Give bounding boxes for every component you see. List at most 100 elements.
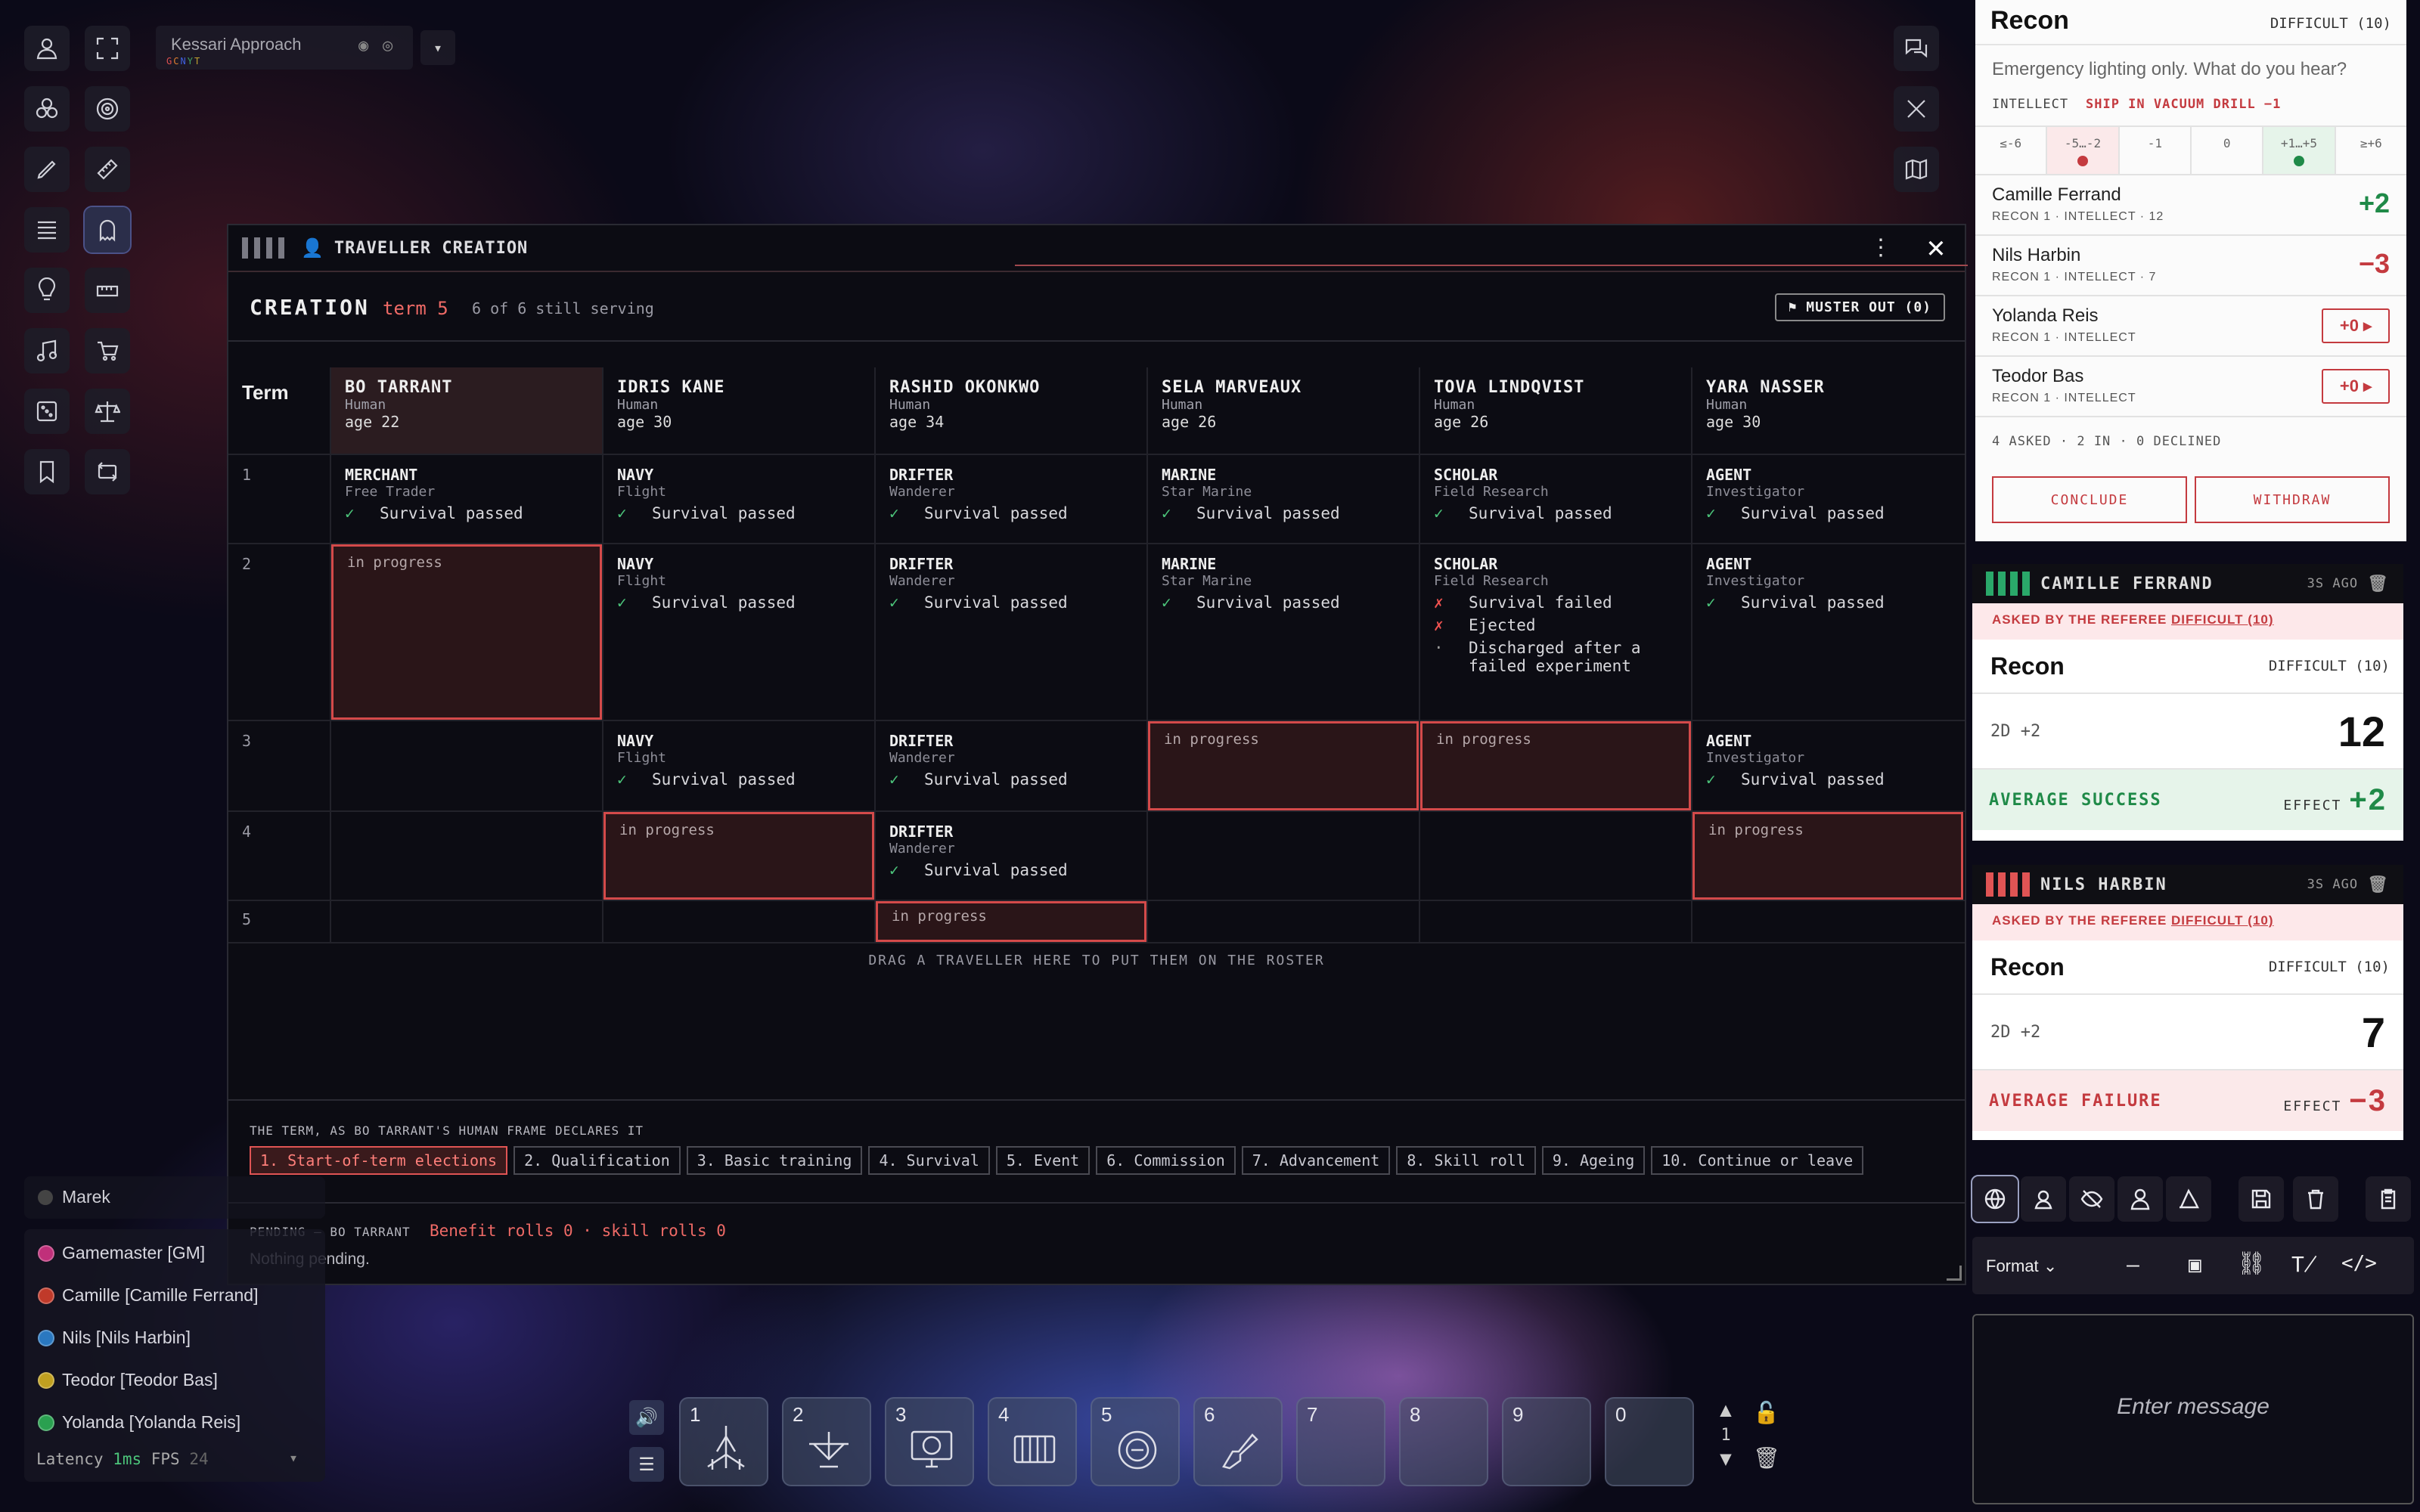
format-dropdown[interactable]: Format ⌄: [1986, 1256, 2057, 1276]
term-cell[interactable]: NAVY Flight ✓ Survival passed: [602, 455, 874, 543]
conclude-button[interactable]: CONCLUDE: [1992, 476, 2187, 523]
term-cell-in-progress[interactable]: in progress: [602, 812, 874, 900]
player-entry[interactable]: Gamemaster [GM]: [38, 1243, 205, 1263]
bookmark-tool[interactable]: [24, 449, 70, 494]
horizontal-rule-icon[interactable]: —: [2127, 1252, 2139, 1277]
step-event[interactable]: 5. Event: [995, 1146, 1091, 1175]
image-icon[interactable]: ▣: [2189, 1252, 2201, 1277]
draw-tool[interactable]: [24, 147, 70, 192]
chat-tab[interactable]: [1894, 26, 1939, 71]
roll-mode-public[interactable]: [1971, 1175, 2019, 1223]
roll-mode-self[interactable]: [2118, 1176, 2163, 1222]
term-cell[interactable]: SCHOLAR Field Research ✗ Survival failed ✗…: [1419, 544, 1691, 720]
step-advancement[interactable]: 7. Advancement: [1241, 1146, 1391, 1175]
clear-format-icon[interactable]: T̸: [2291, 1252, 2317, 1277]
clipboard-button[interactable]: [2366, 1176, 2411, 1222]
traveller-column-sela-marveaux[interactable]: SELA MARVEAUX Human age 26: [1146, 367, 1419, 454]
hotbar-slot-5[interactable]: 5: [1091, 1397, 1180, 1486]
term-cell[interactable]: AGENT Investigator ✓ Survival passed: [1691, 544, 1963, 720]
term-cell[interactable]: AGENT Investigator ✓ Survival passed: [1691, 455, 1963, 543]
term-cell[interactable]: DRIFTER Wanderer ✓ Survival passed: [874, 721, 1146, 810]
asked-difficulty[interactable]: DIFFICULT (10): [2171, 612, 2274, 627]
close-icon[interactable]: ✕: [1927, 230, 1945, 265]
page-down-icon[interactable]: ▼: [1711, 1448, 1741, 1470]
term-cell[interactable]: DRIFTER Wanderer ✓ Survival passed: [874, 812, 1146, 900]
trade-tool[interactable]: [85, 449, 130, 494]
term-cell[interactable]: AGENT Investigator ✓ Survival passed: [1691, 721, 1963, 810]
dice-tool[interactable]: [24, 389, 70, 434]
hotbar-slot-7[interactable]: 7: [1296, 1397, 1385, 1486]
term-cell[interactable]: NAVY Flight ✓ Survival passed: [602, 544, 874, 720]
roll-mode-gm[interactable]: [2021, 1176, 2066, 1222]
hotbar-slot-0[interactable]: 0: [1605, 1397, 1694, 1486]
term-cell[interactable]: DRIFTER Wanderer ✓ Survival passed: [874, 455, 1146, 543]
drag-grip[interactable]: [242, 237, 248, 259]
hotbar-slot-9[interactable]: 9: [1502, 1397, 1591, 1486]
token-controls-tool[interactable]: [24, 26, 70, 71]
law-tool[interactable]: [85, 389, 130, 434]
hotbar-slot-4[interactable]: 4: [988, 1397, 1077, 1486]
grid-tool[interactable]: [85, 268, 130, 313]
eye-icon[interactable]: ◉: [358, 36, 368, 55]
modifier-button[interactable]: +0 ▸: [2322, 308, 2390, 343]
measure-tool[interactable]: [85, 147, 130, 192]
map-tab[interactable]: [1894, 147, 1939, 192]
roll-mode-wizard[interactable]: [2166, 1176, 2211, 1222]
trash-icon[interactable]: 🗑: [2367, 875, 2390, 894]
ghost-tool[interactable]: [83, 206, 132, 254]
volume-button[interactable]: 🔊: [629, 1400, 664, 1435]
term-cell-in-progress[interactable]: in progress: [1419, 721, 1691, 810]
chat-message-input[interactable]: Enter message: [1972, 1314, 2414, 1504]
macro-directory-button[interactable]: ☰: [629, 1447, 664, 1482]
hotbar-slot-2[interactable]: 2: [782, 1397, 871, 1486]
lock-hotbar-icon[interactable]: 🔓: [1753, 1400, 1779, 1425]
sound-tool[interactable]: [24, 328, 70, 373]
hotbar-slot-3[interactable]: 3: [885, 1397, 974, 1486]
traveller-column-bo-tarrant[interactable]: BO TARRANT Human age 22: [330, 367, 602, 454]
term-cell-in-progress[interactable]: in progress: [1691, 812, 1963, 900]
player-entry[interactable]: Camille [Camille Ferrand]: [38, 1285, 258, 1306]
step-skill-roll[interactable]: 8. Skill roll: [1396, 1146, 1536, 1175]
scene-navigation[interactable]: Kessari Approach GCNYT ◉ ◎: [156, 26, 413, 70]
traveller-column-rashid-okonkwo[interactable]: RASHID OKONKWO Human age 34: [874, 367, 1146, 454]
traveller-column-idris-kane[interactable]: IDRIS KANE Human age 30: [602, 367, 874, 454]
term-cell-in-progress[interactable]: in progress: [1146, 721, 1419, 810]
step-continue-or-leave[interactable]: 10. Continue or leave: [1651, 1146, 1864, 1175]
roster-drop-zone[interactable]: DRAG A TRAVELLER HERE TO PUT THEM ON THE…: [228, 953, 1965, 968]
lighting-tool[interactable]: [24, 268, 70, 313]
page-up-icon[interactable]: ▲: [1711, 1399, 1741, 1421]
clear-chat-button[interactable]: [2293, 1176, 2338, 1222]
collapse-players-icon[interactable]: ▾: [289, 1448, 298, 1467]
traveller-column-tova-lindqvist[interactable]: TOVA LINDQVIST Human age 26: [1419, 367, 1691, 454]
step-start-of-term-elections[interactable]: 1. Start-of-term elections: [250, 1146, 508, 1175]
target-tool[interactable]: [85, 86, 130, 132]
fullscreen-tool[interactable]: [85, 26, 130, 71]
player-entry[interactable]: Yolanda [Yolanda Reis]: [38, 1412, 240, 1433]
term-cell-in-progress[interactable]: in progress: [330, 544, 602, 720]
tiles-tool[interactable]: [24, 86, 70, 132]
clear-hotbar-icon[interactable]: 🗑: [1753, 1445, 1780, 1470]
step-qualification[interactable]: 2. Qualification: [513, 1146, 681, 1175]
term-cell[interactable]: MARINE Star Marine ✓ Survival passed: [1146, 455, 1419, 543]
step-basic-training[interactable]: 3. Basic training: [686, 1146, 863, 1175]
trash-icon[interactable]: 🗑: [2367, 575, 2390, 593]
roll-mode-blind[interactable]: [2069, 1176, 2114, 1222]
cargo-tool[interactable]: [85, 328, 130, 373]
asked-difficulty[interactable]: DIFFICULT (10): [2171, 913, 2274, 928]
withdraw-button[interactable]: WITHDRAW: [2195, 476, 2390, 523]
scene-dropdown-button[interactable]: ▾: [420, 30, 455, 65]
combat-tab[interactable]: [1894, 86, 1939, 132]
term-cell[interactable]: MARINE Star Marine ✓ Survival passed: [1146, 544, 1419, 720]
journal-tool[interactable]: [24, 207, 70, 253]
term-cell-in-progress[interactable]: in progress: [874, 901, 1146, 942]
step-ageing[interactable]: 9. Ageing: [1541, 1146, 1646, 1175]
more-options-icon[interactable]: ⋮: [1869, 234, 1892, 261]
player-entry[interactable]: Teodor [Teodor Bas]: [38, 1370, 218, 1390]
hotbar-slot-1[interactable]: 1: [679, 1397, 768, 1486]
hotbar-slot-6[interactable]: 6: [1193, 1397, 1283, 1486]
save-chat-button[interactable]: [2238, 1176, 2284, 1222]
link-icon[interactable]: ⛓: [2237, 1250, 2266, 1277]
muster-out-button[interactable]: ⚑ MUSTER OUT (0): [1774, 293, 1945, 321]
traveller-column-yara-nasser[interactable]: YARA NASSER Human age 30: [1691, 367, 1963, 454]
modifier-button[interactable]: +0 ▸: [2322, 369, 2390, 404]
